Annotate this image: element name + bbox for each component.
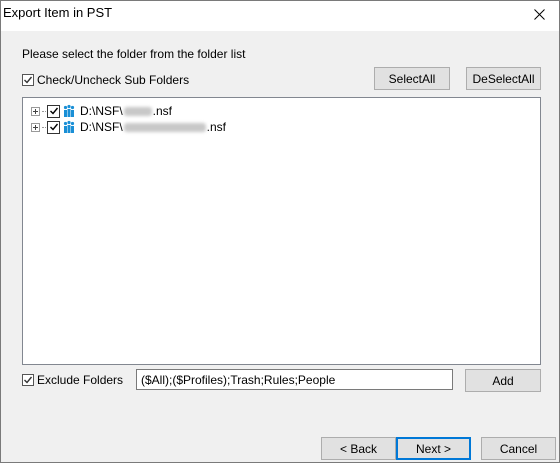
next-button[interactable]: Next >	[396, 437, 471, 460]
notes-database-icon	[63, 120, 75, 133]
select-all-button[interactable]: SelectAll	[374, 67, 450, 90]
close-button[interactable]	[519, 1, 559, 27]
tree-item-ext: .nsf	[152, 104, 173, 118]
export-dialog: Export Item in PST Please select the fol…	[0, 0, 560, 463]
expand-icon[interactable]	[31, 122, 40, 132]
redacted-name	[123, 122, 206, 132]
subfolders-checkbox-row[interactable]: Check/Uncheck Sub Folders	[22, 73, 189, 87]
dialog-body: Please select the folder from the folder…	[1, 31, 559, 462]
subfolders-checkbox[interactable]	[22, 74, 34, 86]
subfolders-label: Check/Uncheck Sub Folders	[37, 73, 190, 87]
expand-icon[interactable]	[31, 106, 40, 116]
cancel-button[interactable]: Cancel	[481, 437, 556, 460]
exclude-label: Exclude Folders	[37, 373, 124, 387]
back-button[interactable]: < Back	[321, 437, 396, 460]
checkmark-icon	[24, 376, 33, 384]
instruction-text: Please select the folder from the folder…	[22, 47, 246, 61]
notes-database-icon	[63, 104, 75, 117]
tree-item[interactable]: D:\NSF\ .nsf	[31, 119, 226, 135]
tree-item-checkbox[interactable]	[47, 104, 60, 118]
checkmark-icon	[49, 123, 58, 131]
tree-item-ext: .nsf	[206, 120, 227, 134]
tree-item[interactable]: D:\NSF\ .nsf	[31, 103, 172, 119]
title-bar: Export Item in PST	[1, 1, 559, 31]
checkmark-icon	[49, 107, 58, 115]
checkmark-icon	[24, 76, 33, 84]
close-icon	[533, 8, 545, 20]
tree-connector	[42, 126, 46, 128]
exclude-folders-input[interactable]: ($All);($Profiles);Trash;Rules;People	[136, 369, 453, 390]
deselect-all-button[interactable]: DeSelectAll	[466, 67, 541, 90]
window-title: Export Item in PST	[3, 5, 113, 20]
tree-item-checkbox[interactable]	[47, 120, 60, 134]
exclude-checkbox[interactable]	[22, 374, 34, 386]
tree-connector	[42, 110, 46, 112]
tree-item-path: D:\NSF\	[80, 120, 123, 134]
folder-tree[interactable]: D:\NSF\ .nsf D:\NSF\ .nsf	[22, 97, 541, 365]
add-button[interactable]: Add	[465, 369, 541, 392]
exclude-checkbox-row[interactable]: Exclude Folders	[22, 373, 123, 387]
tree-item-path: D:\NSF\	[80, 104, 123, 118]
redacted-name	[123, 106, 152, 116]
exclude-folders-value: ($All);($Profiles);Trash;Rules;People	[141, 372, 336, 387]
